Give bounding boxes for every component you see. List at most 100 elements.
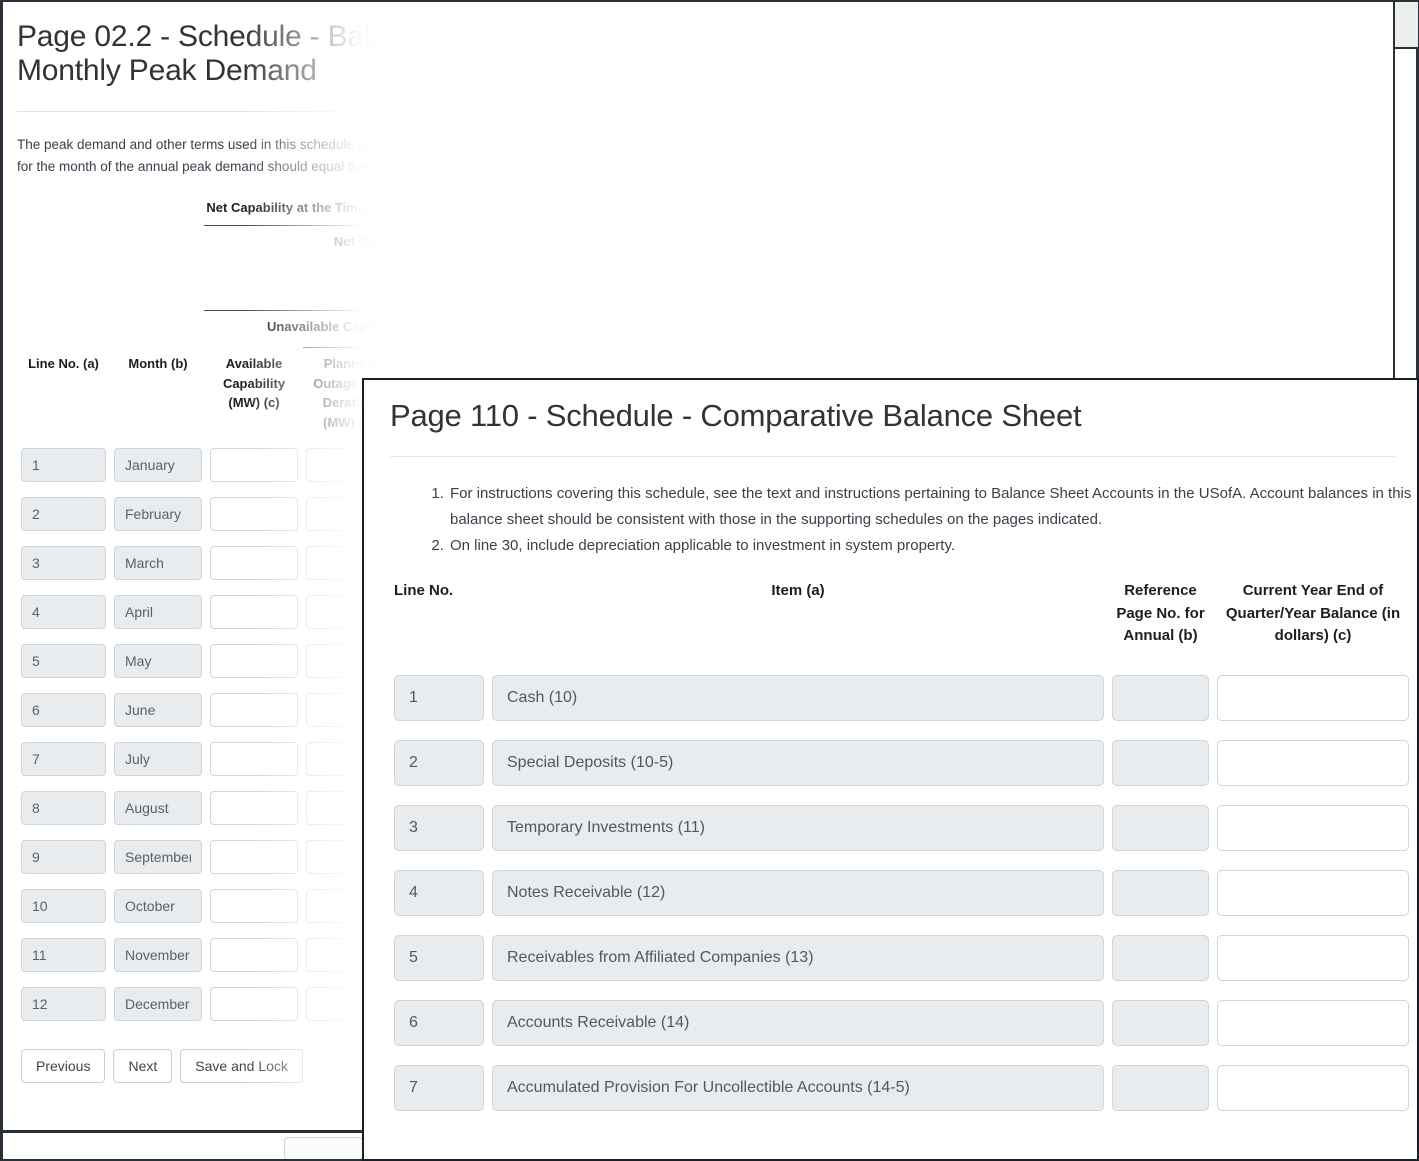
cell-line-no: [17, 987, 110, 1022]
instruction-item: For instructions covering this schedule,…: [448, 481, 1417, 533]
cell-reference-page: [1108, 870, 1213, 917]
foreground-window-page-110[interactable]: Page 110 - Schedule - Comparative Balanc…: [362, 378, 1419, 1161]
cell-line-no: [17, 448, 110, 483]
month-field: [114, 938, 202, 973]
cell-avail: [206, 742, 302, 777]
background-page-title: Page 02.2 - Schedule - Balancing Authori…: [17, 20, 1061, 87]
reference-page-field: [1112, 1000, 1209, 1047]
line-no-field: [394, 740, 484, 787]
table-row: [390, 991, 1417, 1056]
col-header-available-capability: Available Capability (MW) (c): [222, 355, 286, 411]
avail-input[interactable]: [210, 938, 298, 973]
cell-avail: [206, 644, 302, 679]
cell-line-no: [17, 889, 110, 924]
avail-input[interactable]: [210, 448, 298, 483]
group-header-plants: Net Capability from Plants Reported on S…: [333, 233, 649, 249]
cell-balance: [1213, 805, 1413, 852]
balance-input[interactable]: [1217, 1000, 1409, 1047]
reference-page-field: [1112, 740, 1209, 787]
line-no-field: [21, 595, 106, 630]
foreground-table-body: [390, 666, 1417, 1121]
avail-input[interactable]: [210, 889, 298, 924]
line-no-field: [21, 742, 106, 777]
item-field: [492, 1000, 1104, 1047]
cell-balance: [1213, 740, 1413, 787]
cell-line-no: [390, 740, 488, 787]
background-intro-text: The peak demand and other terms used in …: [17, 137, 1120, 175]
col-header-total: Total (c + d + e + f) (MW) (g): [592, 355, 762, 371]
cell-line-no: [390, 935, 488, 982]
col-header-month: Month (b): [128, 355, 188, 371]
cell-item: [488, 1000, 1108, 1047]
avail-input[interactable]: [210, 546, 298, 581]
cell-month: [110, 497, 206, 532]
background-header-rule-mid: [204, 309, 972, 311]
next-button[interactable]: Next: [113, 1048, 173, 1083]
cell-line-no: [17, 938, 110, 973]
balance-input[interactable]: [1217, 805, 1409, 852]
cell-avail: [206, 938, 302, 973]
cell-avail: [206, 987, 302, 1022]
background-horizontal-scrollbar-thumb[interactable]: [284, 1137, 363, 1159]
avail-input[interactable]: [210, 595, 298, 630]
cell-line-no: [17, 742, 110, 777]
reference-page-field: [1112, 805, 1209, 852]
cell-reference-page: [1108, 675, 1213, 722]
cell-avail: [206, 889, 302, 924]
cell-line-no: [390, 1000, 488, 1047]
line-no-field: [394, 1000, 484, 1047]
balance-input[interactable]: [1217, 1065, 1409, 1112]
background-banner-header: Net Capability at the Time of the Monthl…: [206, 199, 973, 215]
avail-input[interactable]: [210, 742, 298, 777]
avail-input[interactable]: [210, 693, 298, 728]
cell-line-no: [17, 791, 110, 826]
month-field: [114, 497, 202, 532]
background-vertical-scrollbar-thumb[interactable]: [1395, 2, 1418, 49]
balance-input[interactable]: [1217, 740, 1409, 787]
foreground-table-header-row: Line No. Item (a) Reference Page No. for…: [390, 580, 1417, 648]
background-subgroup-row: Unavailable Capability Due to:: [17, 319, 1375, 345]
month-field: [114, 742, 202, 777]
cell-balance: [1213, 935, 1413, 982]
line-no-field: [394, 675, 484, 722]
balance-input[interactable]: [1217, 675, 1409, 722]
item-field: [492, 805, 1104, 852]
cell-balance: [1213, 675, 1413, 722]
balance-input[interactable]: [1217, 935, 1409, 982]
fg-col-header-balance: Current Year End of Quarter/Year Balance…: [1225, 582, 1401, 645]
cell-avail: [206, 840, 302, 875]
cell-item: [488, 675, 1108, 722]
avail-input[interactable]: [210, 497, 298, 532]
table-row: [390, 861, 1417, 926]
cell-month: [110, 840, 206, 875]
table-row: [390, 666, 1417, 731]
cell-item: [488, 1065, 1108, 1112]
previous-button[interactable]: Previous: [21, 1048, 106, 1083]
avail-input[interactable]: [210, 840, 298, 875]
reference-page-field: [1112, 870, 1209, 917]
cell-avail: [206, 546, 302, 581]
line-no-field: [21, 546, 106, 581]
item-field: [492, 870, 1104, 917]
group-header-unavailable: Unavailable Capability Due to:: [267, 318, 454, 334]
cell-avail: [206, 448, 302, 483]
avail-input[interactable]: [210, 644, 298, 679]
avail-input[interactable]: [210, 791, 298, 826]
table-row: [390, 796, 1417, 861]
avail-input[interactable]: [210, 987, 298, 1022]
balance-input[interactable]: [1217, 870, 1409, 917]
cell-item: [488, 805, 1108, 852]
cell-month: [110, 693, 206, 728]
month-field: [114, 644, 202, 679]
group-header-external: External to the Balancing Authority Area…: [776, 235, 968, 292]
cell-reference-page: [1108, 1000, 1213, 1047]
reference-page-field: [1112, 935, 1209, 982]
item-field: [492, 740, 1104, 787]
cell-line-no: [17, 644, 110, 679]
line-no-field: [394, 805, 484, 852]
cell-month: [110, 938, 206, 973]
month-field: [114, 840, 202, 875]
month-field: [114, 693, 202, 728]
cell-item: [488, 935, 1108, 982]
save-and-lock-button[interactable]: Save and Lock: [180, 1048, 303, 1083]
